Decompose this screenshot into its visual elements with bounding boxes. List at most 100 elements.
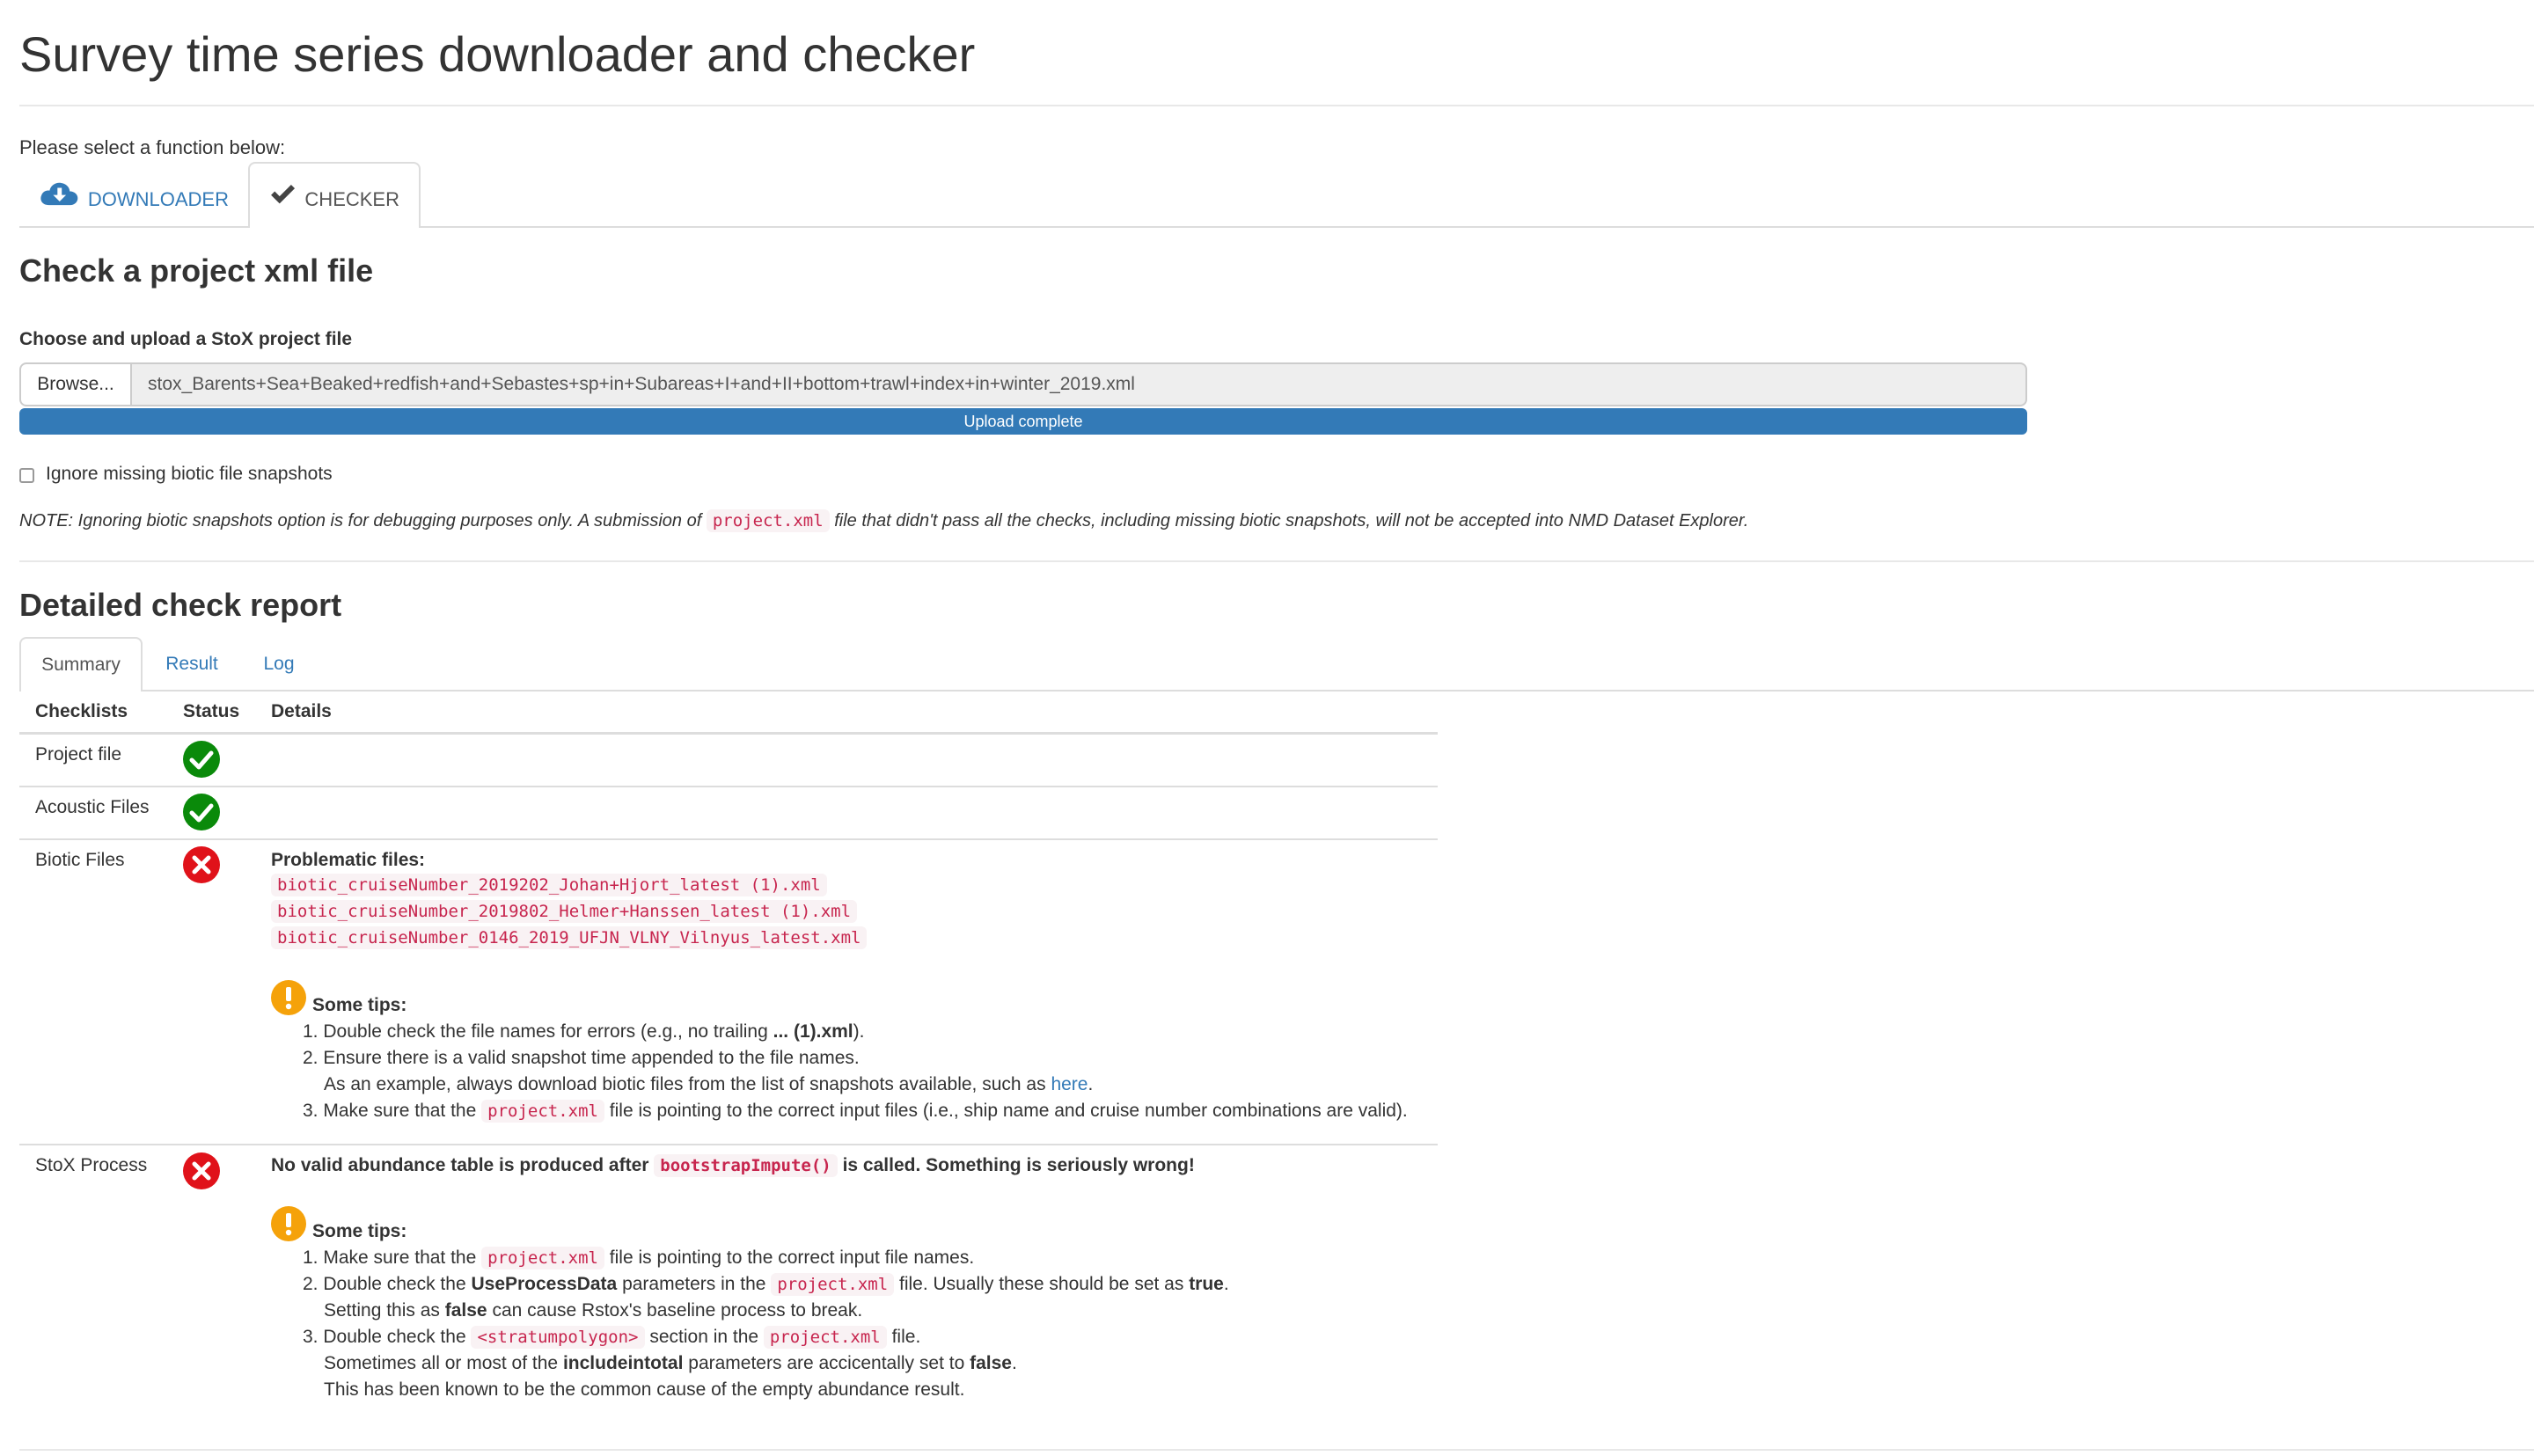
browse-button[interactable]: Browse... xyxy=(19,362,132,406)
tip-bold: ... (1).xml xyxy=(773,1021,853,1042)
tip-code: project.xml xyxy=(481,1100,604,1123)
tip-code: project.xml xyxy=(771,1273,895,1296)
file-code: biotic_cruiseNumber_2019202_Johan+Hjort_… xyxy=(271,874,827,896)
file-name-field[interactable]: stox_Barents+Sea+Beaked+redfish+and+Seba… xyxy=(130,362,2027,406)
tabs-underline-left xyxy=(19,226,248,228)
tip-continuation: As an example, always download biotic fi… xyxy=(324,1072,1093,1098)
tip-text: file. xyxy=(886,1327,921,1347)
problematic-file: biotic_cruiseNumber_2019802_Helmer+Hanss… xyxy=(271,898,858,925)
tab-checker[interactable]: CHECKER xyxy=(248,162,421,228)
tip-text: parameters in the xyxy=(617,1274,772,1294)
tip-number: 2. xyxy=(303,1274,319,1294)
tip-text: file. Usually these should be set as xyxy=(894,1274,1190,1294)
tip-text: can cause Rstox's baseline process to br… xyxy=(487,1300,863,1321)
page: Survey time series downloader and checke… xyxy=(0,0,2534,1456)
tips-title: Some tips: xyxy=(312,1221,407,1241)
tips-title: Some tips: xyxy=(312,995,407,1015)
table-header-rule xyxy=(19,732,1438,735)
tabs-underline-right xyxy=(419,226,2534,228)
report-heading: Detailed check report xyxy=(19,587,342,623)
tip-number: 1. xyxy=(303,1247,319,1268)
tip-continuation: Setting this as false can cause Rstox's … xyxy=(324,1298,862,1324)
section-divider xyxy=(19,560,2534,562)
error-x-icon xyxy=(183,1152,220,1189)
tab-downloader[interactable]: DOWNLOADER xyxy=(19,162,248,228)
tip-number: 2. xyxy=(303,1048,319,1068)
tip-item: 3. Make sure that the project.xml file i… xyxy=(303,1098,1408,1124)
note-code: project.xml xyxy=(706,509,830,532)
message-text: is called. Something is seriously wrong! xyxy=(837,1155,1195,1175)
tip-bold: false xyxy=(444,1300,487,1321)
upload-label: Choose and upload a StoX project file xyxy=(19,329,353,349)
debug-note: NOTE: Ignoring biotic snapshots option i… xyxy=(19,507,1748,535)
tip-bold: includeintotal xyxy=(562,1353,684,1373)
tip-code: project.xml xyxy=(763,1326,887,1349)
problematic-file: biotic_cruiseNumber_2019202_Johan+Hjort_… xyxy=(271,872,827,898)
tab-result[interactable]: Result xyxy=(143,637,241,691)
function-prompt: Please select a function below: xyxy=(19,136,286,158)
snapshots-link[interactable]: here xyxy=(1051,1074,1088,1094)
tip-text: This has been known to be the common cau… xyxy=(324,1379,965,1400)
col-checklists: Checklists xyxy=(35,701,128,721)
file-code: biotic_cruiseNumber_0146_2019_UFJN_VLNY_… xyxy=(271,926,868,949)
tip-text: Ensure there is a valid snapshot time ap… xyxy=(323,1048,860,1068)
tip-number: 1. xyxy=(303,1021,319,1042)
subtabs-underline xyxy=(141,690,2534,691)
row-divider xyxy=(19,1144,1438,1145)
tip-text: Sometimes all or most of the xyxy=(324,1353,563,1373)
tip-continuation: Sometimes all or most of the includeinto… xyxy=(324,1350,1017,1377)
note-text-b: file that didn't pass all the checks, in… xyxy=(829,511,1749,530)
tip-text: Setting this as xyxy=(324,1300,445,1321)
tip-text: . xyxy=(1223,1274,1229,1294)
warning-icon xyxy=(271,980,306,1015)
col-details: Details xyxy=(271,701,332,721)
tip-item: 3. Double check the <stratumpolygon> sec… xyxy=(303,1324,920,1350)
tab-summary[interactable]: Summary xyxy=(19,637,143,691)
message-code: bootstrapImpute() xyxy=(654,1154,838,1177)
problematic-file: biotic_cruiseNumber_0146_2019_UFJN_VLNY_… xyxy=(271,925,868,951)
tip-code: <stratumpolygon> xyxy=(471,1326,645,1349)
row-acoustic-files-name: Acoustic Files xyxy=(35,797,150,817)
tip-item: 1. Double check the file names for error… xyxy=(303,1019,864,1045)
tab-log[interactable]: Log xyxy=(241,637,317,691)
tip-number: 3. xyxy=(303,1327,319,1347)
row-stox-process-name: StoX Process xyxy=(35,1155,148,1175)
cloud-download-icon xyxy=(40,182,78,206)
tip-text: section in the xyxy=(644,1327,764,1347)
message-text: No valid abundance table is produced aft… xyxy=(271,1155,655,1175)
upload-progress-bar: Upload complete xyxy=(19,408,2027,435)
note-text-a: NOTE: Ignoring biotic snapshots option i… xyxy=(19,511,707,530)
tip-text: Double check the file names for errors (… xyxy=(323,1021,773,1042)
ok-check-icon xyxy=(183,794,220,830)
ignore-snapshots-label[interactable]: Ignore missing biotic file snapshots xyxy=(46,461,333,487)
problematic-files-title: Problematic files: xyxy=(271,850,426,870)
tip-text: file is pointing to the correct input fi… xyxy=(604,1101,1408,1121)
tip-text: . xyxy=(1088,1074,1094,1094)
tab-checker-label: CHECKER xyxy=(304,188,399,210)
row-biotic-files-name: Biotic Files xyxy=(35,850,125,870)
tip-text: Double check the xyxy=(323,1327,472,1347)
bottom-divider xyxy=(19,1449,2534,1451)
tip-continuation: This has been known to be the common cau… xyxy=(324,1377,964,1403)
tip-item: 1. Make sure that the project.xml file i… xyxy=(303,1245,974,1271)
ok-check-icon xyxy=(183,741,220,778)
row-divider xyxy=(19,838,1438,840)
tab-downloader-label: DOWNLOADER xyxy=(87,188,229,210)
tip-number: 3. xyxy=(303,1101,319,1121)
checker-heading: Check a project xml file xyxy=(19,252,374,289)
tip-item: 2. Double check the UseProcessData param… xyxy=(303,1271,1229,1298)
tip-text: Make sure that the xyxy=(323,1247,482,1268)
warning-icon xyxy=(271,1206,306,1241)
tip-text: Double check the xyxy=(323,1274,472,1294)
file-code: biotic_cruiseNumber_2019802_Helmer+Hanss… xyxy=(271,900,858,923)
tip-code: project.xml xyxy=(481,1247,604,1269)
tip-text: ). xyxy=(853,1021,865,1042)
title-divider xyxy=(19,105,2534,106)
ignore-snapshots-checkbox[interactable] xyxy=(19,468,34,483)
tip-text: Make sure that the xyxy=(323,1101,482,1121)
stox-error-message: No valid abundance table is produced aft… xyxy=(271,1152,1195,1179)
row-project-file-name: Project file xyxy=(35,744,122,765)
tip-bold: UseProcessData xyxy=(471,1274,618,1294)
tip-bold: true xyxy=(1189,1274,1224,1294)
tip-text: parameters are accicentally set to xyxy=(683,1353,970,1373)
